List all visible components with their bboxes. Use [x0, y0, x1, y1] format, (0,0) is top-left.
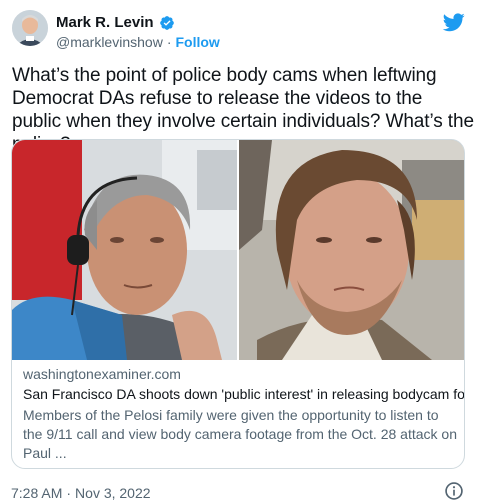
- separator-dot: ·: [166, 34, 172, 50]
- verified-badge-icon: [159, 15, 174, 30]
- tweet-embed: Mark R. Levin @marklevinshow · Follow Wh…: [0, 0, 483, 501]
- twitter-bird-icon[interactable]: [442, 11, 466, 33]
- follow-button[interactable]: Follow: [175, 34, 219, 50]
- card-headline: San Francisco DA shoots down 'public int…: [23, 386, 465, 402]
- info-icon[interactable]: [444, 481, 464, 501]
- link-card[interactable]: washingtonexaminer.com San Francisco DA …: [11, 139, 465, 469]
- author-handle-row: @marklevinshow · Follow: [56, 34, 220, 50]
- timestamp-row[interactable]: 7:28 AM · Nov 3, 2022: [11, 485, 151, 501]
- card-domain: washingtonexaminer.com: [23, 366, 181, 382]
- tweet-time[interactable]: 7:28 AM: [11, 485, 62, 501]
- card-image: [12, 140, 464, 360]
- separator-dot: ·: [66, 485, 72, 501]
- tweet-date[interactable]: Nov 3, 2022: [75, 485, 151, 501]
- author-handle[interactable]: @marklevinshow: [56, 34, 163, 50]
- author-name-row: Mark R. Levin: [56, 14, 175, 31]
- card-description: Members of the Pelosi family were given …: [23, 407, 457, 461]
- avatar[interactable]: [12, 10, 48, 46]
- card-meta: washingtonexaminer.com San Francisco DA …: [23, 365, 465, 463]
- author-name[interactable]: Mark R. Levin: [56, 14, 154, 31]
